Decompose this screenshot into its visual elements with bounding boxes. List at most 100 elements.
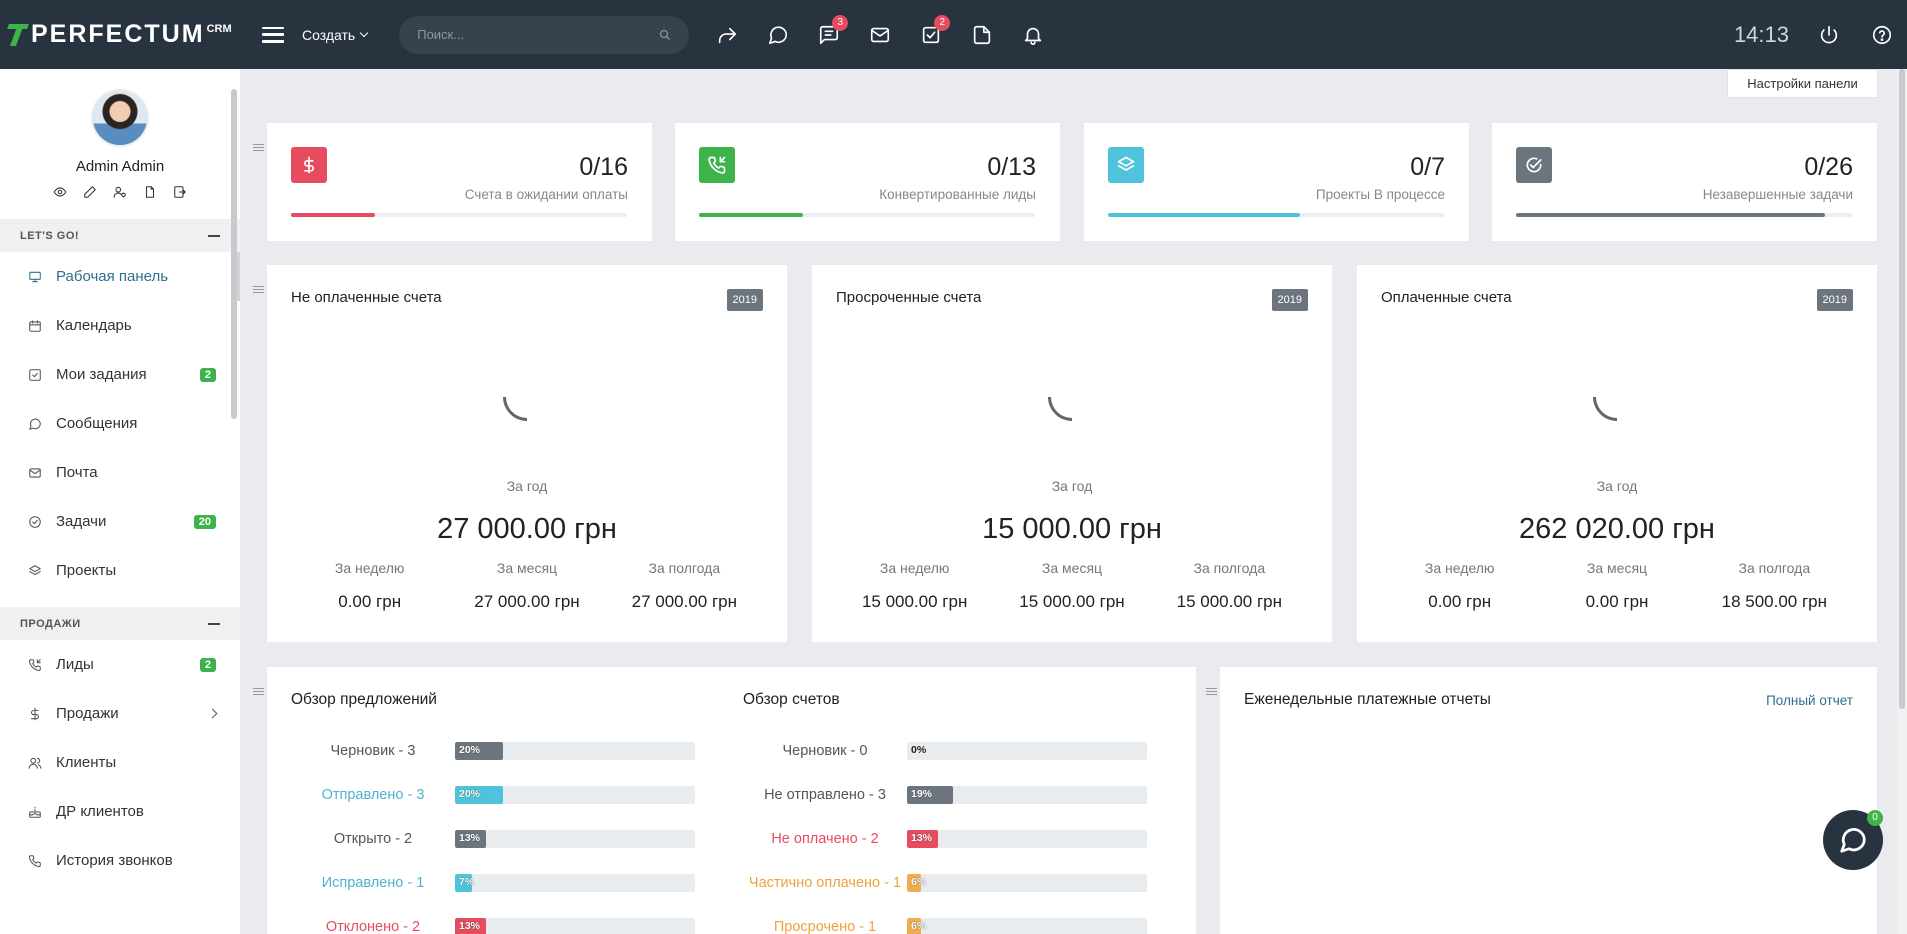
chat-widget-button[interactable]: 0: [1823, 810, 1883, 870]
stat-card-converted-leads[interactable]: 0/13 Конвертированные лиды: [675, 123, 1060, 241]
row-label: Просрочено - 1: [773, 919, 877, 934]
card-title: Оплаченные счета: [1381, 289, 1512, 306]
sidebar-item-label: Проекты: [56, 562, 117, 579]
share-icon[interactable]: [713, 21, 740, 48]
search-input[interactable]: [417, 27, 660, 42]
pencil-icon[interactable]: [83, 185, 97, 199]
percent-label: 6%: [911, 920, 927, 932]
create-label: Создать: [302, 26, 356, 43]
logout-icon[interactable]: [173, 185, 187, 199]
help-icon[interactable]: [1868, 21, 1895, 48]
menu-toggle-button[interactable]: [262, 26, 284, 43]
full-report-link[interactable]: Полный отчет: [1766, 693, 1853, 708]
progress-bar: 13%: [907, 830, 1147, 848]
stat-label: Проекты В процессе: [1315, 187, 1445, 202]
page-scrollbar[interactable]: [1897, 69, 1907, 934]
period-breakdown: За неделю 0.00 грн За месяц 27 000.00 грн …: [291, 560, 763, 612]
sidebar-item-birthdays[interactable]: ДР клиентов: [0, 787, 240, 836]
overview-row[interactable]: Отправлено - 3 20%: [291, 773, 695, 817]
calendar-icon: [29, 319, 41, 332]
progress-bar: [1108, 213, 1444, 217]
messages-icon[interactable]: 3: [815, 15, 849, 48]
logo[interactable]: PERFECTUM CRM: [8, 20, 248, 49]
tasks-icon[interactable]: 2: [917, 15, 951, 48]
period-week: За неделю 0.00 грн: [1424, 560, 1495, 611]
section-sales[interactable]: ПРОДАЖИ: [0, 607, 240, 640]
overview-row[interactable]: Черновик - 0 0%: [743, 729, 1147, 773]
sidebar-item-my-tasks[interactable]: Мои задания 2: [0, 350, 240, 399]
phone-incoming-icon: [28, 658, 41, 671]
drag-handle-icon[interactable]: [253, 688, 264, 695]
stat-card-invoices-awaiting[interactable]: 0/16 Счета в ожидании оплаты: [267, 123, 652, 241]
overview-row[interactable]: Не оплачено - 2 13%: [743, 817, 1147, 861]
sidebar-item-mail[interactable]: Почта: [0, 448, 240, 497]
overdue-invoices-card: Просроченные счета 2019 За год 15 000.00…: [812, 265, 1332, 642]
sidebar-item-clients[interactable]: Клиенты: [0, 738, 240, 787]
stat-value: 0/7: [1410, 153, 1445, 181]
top-bar: PERFECTUM CRM Создать 3 2: [0, 0, 1907, 69]
chat-icon[interactable]: [764, 21, 791, 48]
collapse-icon[interactable]: [208, 234, 220, 237]
sidebar-item-dashboard[interactable]: Рабочая панель: [0, 252, 240, 301]
proposals-overview: Обзор предложений Черновик - 3 20% Отправл…: [291, 691, 695, 934]
percent-label: 0%: [911, 744, 927, 756]
row-label: Исправлено - 1: [321, 875, 425, 891]
mail-icon[interactable]: [866, 21, 893, 48]
overview-row[interactable]: Не отправлено - 3 19%: [743, 773, 1147, 817]
sidebar-item-call-history[interactable]: История звонков: [0, 836, 240, 885]
file-icon[interactable]: [143, 185, 157, 199]
sidebar-item-tasks[interactable]: Задачи 20: [0, 497, 240, 546]
progress-bar: [699, 213, 1035, 217]
progress-bar: 0%: [907, 742, 1147, 760]
section-lets-go[interactable]: LET'S GO!: [0, 219, 240, 252]
percent-label: 19%: [911, 788, 933, 800]
sidebar-item-label: ДР клиентов: [56, 803, 144, 820]
overview-row[interactable]: Открыто - 2 13%: [291, 817, 695, 861]
sidebar-item-sales[interactable]: Продажи: [0, 689, 240, 738]
sidebar-item-label: Почта: [56, 464, 98, 481]
document-icon[interactable]: [968, 21, 995, 48]
year-badge[interactable]: 2019: [1271, 289, 1308, 311]
row-label: Отправлено - 3: [321, 787, 425, 803]
period-half-year: За полгода 15 000.00 грн: [1176, 560, 1283, 611]
overview-row[interactable]: Частично оплачено - 1 6%: [743, 861, 1147, 905]
bell-icon[interactable]: [1019, 21, 1046, 48]
create-dropdown[interactable]: Создать: [302, 26, 369, 43]
sidebar-item-label: Календарь: [56, 317, 132, 334]
clock: 14:13: [1733, 21, 1789, 47]
panel-settings-button[interactable]: Настройки панели: [1727, 69, 1878, 98]
username[interactable]: Admin Admin: [0, 158, 240, 175]
sidebar-item-label: Лиды: [56, 656, 94, 673]
power-icon[interactable]: [1815, 21, 1842, 48]
layers-icon: [1108, 147, 1144, 183]
user-settings-icon[interactable]: [113, 185, 127, 199]
year-badge[interactable]: 2019: [726, 289, 763, 311]
drag-handle-icon[interactable]: [1206, 688, 1217, 695]
year-badge[interactable]: 2019: [1816, 289, 1853, 311]
stat-card-projects-in-progress[interactable]: 0/7 Проекты В процессе: [1084, 123, 1469, 241]
chevron-right-icon: [207, 708, 218, 719]
row-label: Открыто - 2: [333, 831, 413, 847]
period-breakdown: За неделю 15 000.00 грн За месяц 15 000.00…: [836, 560, 1308, 612]
chat-icon: [1840, 828, 1866, 853]
sidebar-item-calendar[interactable]: Календарь: [0, 301, 240, 350]
profile: Admin Admin: [0, 69, 240, 219]
period-label: За год: [1596, 478, 1638, 494]
sidebar-item-messages[interactable]: Сообщения: [0, 399, 240, 448]
search-icon[interactable]: [659, 29, 671, 41]
overview-row[interactable]: Черновик - 3 20%: [291, 729, 695, 773]
collapse-icon[interactable]: [208, 622, 220, 625]
drag-handle-icon[interactable]: [253, 286, 264, 293]
scrollbar-thumb[interactable]: [1899, 69, 1905, 709]
eye-icon[interactable]: [53, 185, 67, 199]
drag-handle-icon[interactable]: [253, 144, 264, 151]
chevron-down-icon: [359, 28, 369, 38]
overview-row[interactable]: Исправлено - 1 7%: [291, 861, 695, 905]
overview-row[interactable]: Просрочено - 1 6%: [743, 905, 1147, 934]
stat-card-unfinished-tasks[interactable]: 0/26 Незавершенные задачи: [1492, 123, 1877, 241]
sidebar-item-projects[interactable]: Проекты: [0, 546, 240, 595]
stat-value: 0/13: [987, 153, 1036, 181]
overview-row[interactable]: Отклонено - 2 13%: [291, 905, 695, 934]
sidebar-item-leads[interactable]: Лиды 2: [0, 640, 240, 689]
avatar[interactable]: [91, 89, 149, 147]
